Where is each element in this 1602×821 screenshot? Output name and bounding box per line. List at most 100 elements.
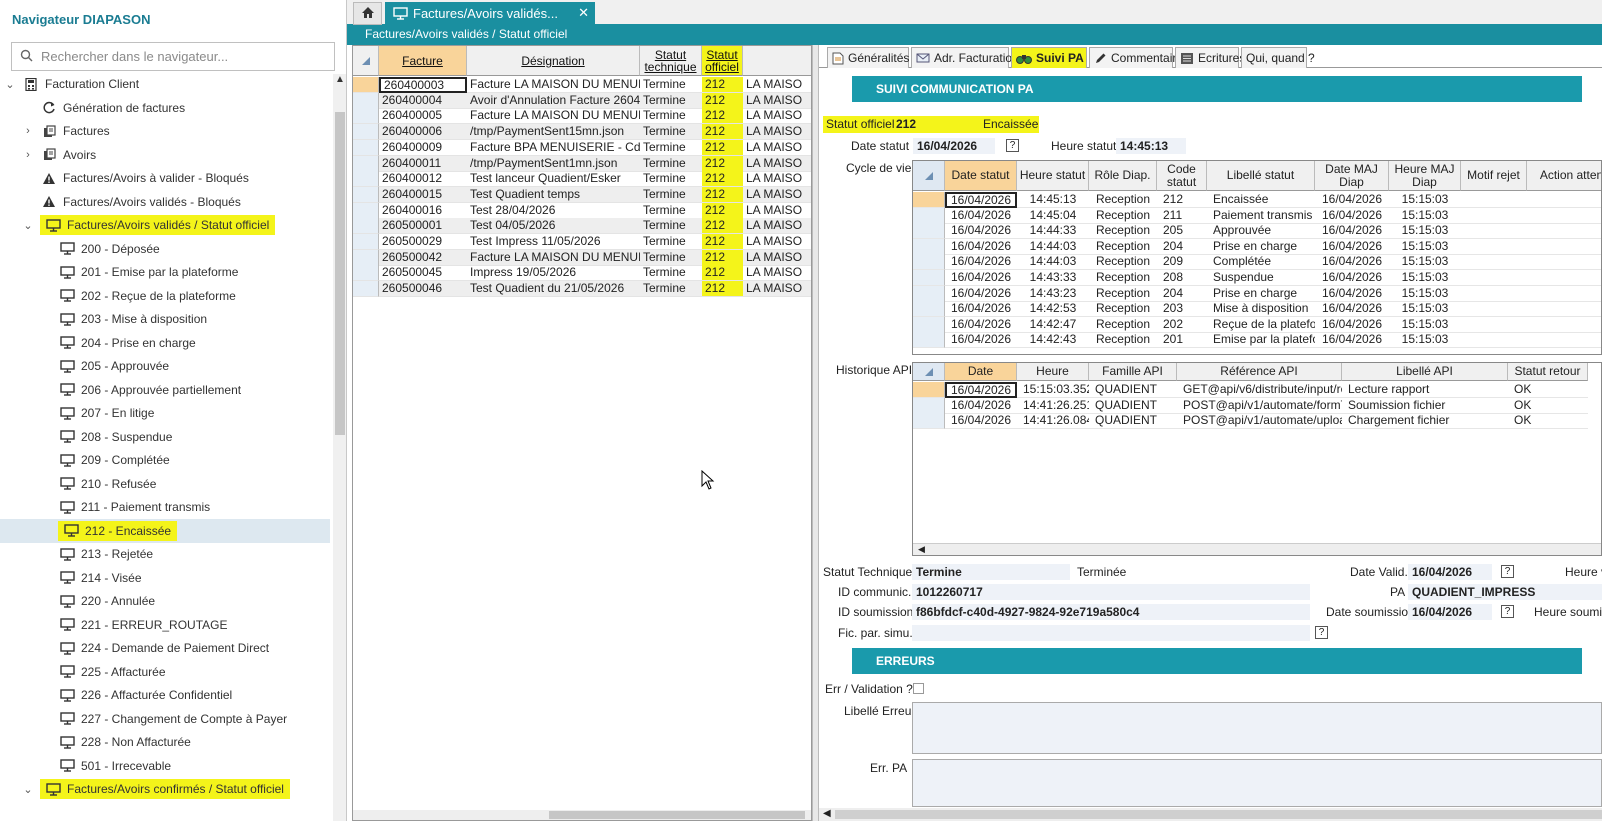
table-row[interactable]: 16/04/2026 14:41:26.084 QUADIENT POST@api/v… (913, 413, 1601, 430)
table-cell[interactable]: 260400005 (379, 108, 467, 125)
detail-tab[interactable]: Adr. Facturation (911, 47, 1019, 68)
tree-item[interactable]: ⌄ Factures/Avoirs validés / Statut offici… (0, 213, 330, 237)
table-cell[interactable]: 212 (702, 108, 743, 125)
row-indicator[interactable] (913, 254, 945, 271)
row-indicator[interactable] (913, 301, 945, 318)
row-indicator[interactable] (913, 332, 945, 349)
column-header-statut-officiel[interactable]: Statut officiel (702, 46, 743, 76)
table-cell[interactable]: 16/04/2026 (1315, 239, 1389, 255)
table-cell[interactable]: 16/04/2026 (945, 301, 1017, 318)
table-cell[interactable]: Test Quadient temps (467, 186, 640, 203)
table-cell[interactable]: Termine (640, 108, 702, 125)
column-header[interactable]: Référence API (1177, 363, 1342, 381)
table-cell[interactable]: Encaissée (1207, 192, 1315, 208)
detail-horizontal-scrollbar[interactable]: ◀ (819, 808, 1602, 821)
tree-item[interactable]: › Factures (0, 119, 330, 143)
column-header[interactable]: Heure (1017, 363, 1089, 381)
table-cell[interactable]: Reception (1089, 208, 1157, 224)
row-indicator[interactable] (353, 234, 379, 250)
tree-item[interactable]: 228 - Non Affacturée (0, 730, 330, 754)
column-header-facture[interactable]: Facture (379, 46, 467, 76)
table-cell[interactable]: 16/04/2026 (945, 239, 1017, 255)
table-cell[interactable]: Paiement transmis (1207, 208, 1315, 224)
table-cell[interactable]: Facture LA MAISON DU MENUISIER (467, 249, 640, 266)
table-cell[interactable]: Avoir d'Annulation Facture 260400003 (467, 92, 640, 109)
table-cell[interactable]: 212 (702, 139, 743, 156)
table-cell[interactable]: 15:15:03 (1389, 192, 1461, 208)
table-cell[interactable]: Suspendue (1207, 270, 1315, 286)
fic-par-simu-field[interactable] (912, 625, 1310, 641)
table-cell[interactable]: Termine (640, 218, 702, 235)
table-cell[interactable]: 16/04/2026 (1315, 286, 1389, 302)
fic-par-simu-help-button[interactable]: ? (1315, 626, 1328, 639)
table-cell[interactable]: Reception (1089, 192, 1157, 208)
table-cell[interactable]: Reçue de la plateform (1207, 317, 1315, 333)
tree-item[interactable]: 205 - Approuvée (0, 354, 330, 378)
row-indicator[interactable] (353, 186, 379, 203)
column-header[interactable]: Heure MAJ Diap (1389, 161, 1461, 191)
tree-item[interactable]: 207 - En litige (0, 401, 330, 425)
table-cell[interactable]: 14:43:33 (1017, 270, 1089, 286)
table-cell[interactable]: Termine (640, 203, 702, 219)
tree-item[interactable]: 226 - Affacturée Confidentiel (0, 683, 330, 707)
table-cell[interactable] (1461, 254, 1527, 271)
date-soumission-help-button[interactable]: ? (1501, 605, 1514, 618)
column-header[interactable]: Date (945, 363, 1017, 381)
table-cell[interactable]: 212 (702, 218, 743, 235)
table-cell[interactable]: 16/04/2026 (1315, 192, 1389, 208)
row-indicator[interactable] (913, 316, 945, 333)
table-cell[interactable]: 15:15:03 (1389, 301, 1461, 318)
table-cell[interactable]: 212 (702, 234, 743, 250)
table-cell[interactable]: Termine (640, 140, 702, 156)
table-cell[interactable]: OK (1508, 413, 1588, 430)
tree-item[interactable]: 227 - Changement de Compte à Payer (0, 707, 330, 731)
table-cell[interactable]: Facture LA MAISON DU MENUISIER (467, 77, 640, 93)
table-cell[interactable]: LA MAISO (743, 249, 811, 266)
table-cell[interactable]: Soumission fichier (1342, 398, 1508, 414)
table-cell[interactable]: 16/04/2026 (945, 223, 1017, 240)
table-cell[interactable]: POST@api/v1/automate/formTem (1177, 398, 1342, 414)
table-cell[interactable]: 14:42:43 (1017, 332, 1089, 349)
table-cell[interactable]: 16/04/2026 (1315, 301, 1389, 318)
tree-item[interactable]: Factures/Avoirs validés - Bloqués (0, 190, 330, 214)
table-cell[interactable]: LA MAISO (743, 234, 811, 250)
column-header[interactable]: Date MAJ Diap (1315, 161, 1389, 191)
tree-item[interactable]: 221 - ERREUR_ROUTAGE (0, 613, 330, 637)
table-cell[interactable]: GET@api/v6/distribute/input/repo (1177, 382, 1342, 398)
table-cell[interactable]: 209 (1157, 254, 1207, 271)
table-cell[interactable] (1461, 286, 1527, 302)
row-indicator[interactable] (353, 92, 379, 109)
column-header[interactable]: Libellé statut (1207, 161, 1315, 191)
table-cell[interactable]: LA MAISO (743, 92, 811, 109)
table-cell[interactable]: Termine (640, 171, 702, 188)
row-indicator[interactable] (353, 108, 379, 125)
row-indicator[interactable] (913, 270, 945, 286)
table-cell[interactable] (1527, 208, 1601, 224)
table-cell[interactable]: Lecture rapport (1342, 382, 1508, 398)
table-row[interactable]: 260500045 Impress 19/05/2026 Termine 212 LA … (353, 265, 811, 282)
row-indicator[interactable] (913, 413, 945, 430)
table-row[interactable]: 260400011/tmp/PaymentSent1mn.json Termine… (353, 155, 811, 172)
table-cell[interactable]: Termine (640, 234, 702, 250)
tree-item[interactable]: 225 - Affacturée (0, 660, 330, 684)
table-cell[interactable]: 203 (1157, 301, 1207, 318)
date-statut-help-button[interactable]: ? (1006, 139, 1019, 152)
column-header[interactable]: Rôle Diap. (1089, 161, 1157, 191)
tree-item[interactable]: 209 - Complétée (0, 448, 330, 472)
table-cell[interactable]: 212 (702, 281, 743, 298)
table-cell[interactable]: QUADIENT (1089, 382, 1177, 398)
table-cell[interactable] (1527, 317, 1601, 333)
table-cell[interactable]: 15:15:03.352 (1017, 382, 1089, 398)
row-indicator-header[interactable] (913, 161, 945, 191)
tree-item[interactable]: 210 - Refusée (0, 472, 330, 496)
table-row[interactable]: 260400015 Test Quadient temps Termine 212 LA… (353, 186, 811, 203)
tree-item[interactable]: ⌄ Factures/Avoirs confirmés / Statut offi… (0, 777, 330, 801)
detail-tab[interactable]: Commentaire (1089, 47, 1183, 68)
table-cell[interactable]: 212 (702, 155, 743, 172)
row-indicator-header[interactable] (353, 46, 379, 76)
table-cell[interactable]: POST@api/v1/automate/upload (1177, 413, 1342, 430)
table-cell[interactable]: 212 (702, 186, 743, 203)
table-cell[interactable]: Termine (640, 281, 702, 298)
table-cell[interactable]: 15:15:03 (1389, 239, 1461, 255)
table-cell[interactable]: Test Quadient du 21/05/2026 (467, 281, 640, 298)
